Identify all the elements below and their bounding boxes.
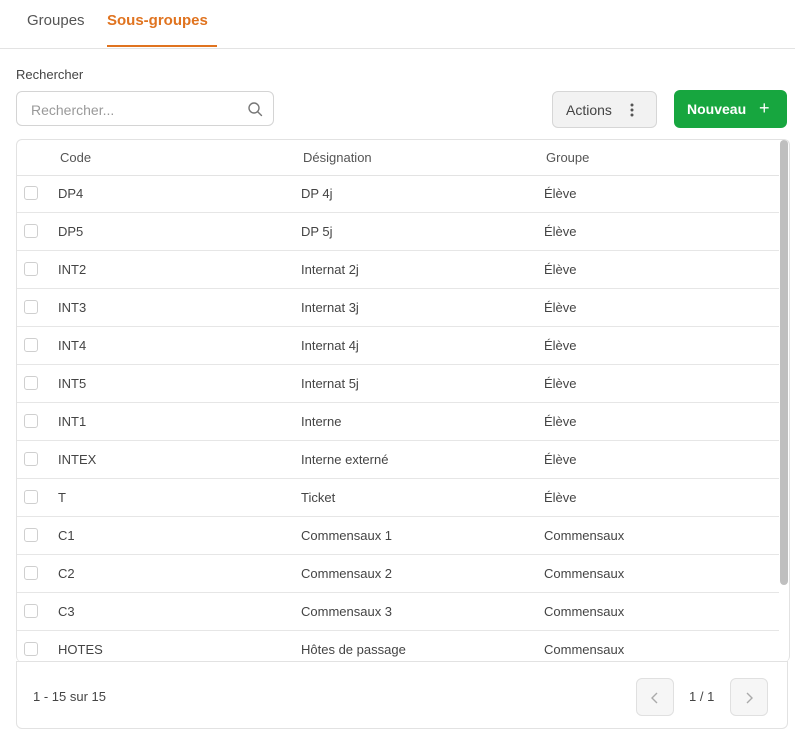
- cell-groupe: Élève: [544, 224, 577, 239]
- cell-groupe: Commensaux: [544, 642, 625, 657]
- cell-code: INT1: [58, 414, 87, 429]
- cell-designation: Interne: [301, 414, 342, 429]
- cell-code: C2: [58, 566, 75, 581]
- cell-designation: Commensaux 3: [301, 604, 393, 619]
- cell-code: DP5: [58, 224, 84, 239]
- table-header: Code Désignation Groupe: [17, 140, 779, 176]
- row-checkbox[interactable]: [24, 186, 38, 200]
- table-row[interactable]: C1 Commensaux 1 Commensaux: [17, 517, 779, 555]
- table-row[interactable]: INT3 Internat 3j Élève: [17, 289, 779, 327]
- cell-code: INT3: [58, 300, 87, 315]
- cell-code: INT5: [58, 376, 87, 391]
- previous-page-button[interactable]: [636, 678, 674, 716]
- table-row[interactable]: HOTES Hôtes de passage Commensaux: [17, 631, 779, 662]
- cell-designation: Commensaux 1: [301, 528, 393, 543]
- cell-designation: Internat 2j: [301, 262, 359, 277]
- actions-button-label: Actions: [566, 102, 612, 118]
- table-body: DP4 DP 4j Élève DP5 DP 5j Élève INT2 Internat 2…: [17, 175, 779, 662]
- tab-bar: Groupes Sous-groupes: [0, 0, 795, 49]
- column-header-code[interactable]: Code: [60, 150, 91, 165]
- plus-icon: +: [759, 98, 770, 118]
- table-row[interactable]: C3 Commensaux 3 Commensaux: [17, 593, 779, 631]
- cell-designation: Hôtes de passage: [301, 642, 406, 657]
- new-button-label: Nouveau: [687, 101, 747, 117]
- cell-designation: DP 5j: [301, 224, 333, 239]
- row-checkbox[interactable]: [24, 376, 38, 390]
- cell-groupe: Commensaux: [544, 566, 625, 581]
- next-page-button[interactable]: [730, 678, 768, 716]
- row-checkbox[interactable]: [24, 528, 38, 542]
- chevron-right-icon: [746, 692, 753, 704]
- new-button[interactable]: Nouveau +: [674, 90, 787, 128]
- cell-designation: Internat 5j: [301, 376, 359, 391]
- table-row[interactable]: DP4 DP 4j Élève: [17, 175, 779, 213]
- table-row[interactable]: C2 Commensaux 2 Commensaux: [17, 555, 779, 593]
- cell-designation: Ticket: [301, 490, 336, 505]
- search-icon[interactable]: [247, 101, 263, 117]
- table-row[interactable]: T Ticket Élève: [17, 479, 779, 517]
- search-input[interactable]: [29, 100, 233, 120]
- vertical-scrollbar[interactable]: [780, 140, 788, 585]
- cell-groupe: Commensaux: [544, 528, 625, 543]
- search-label: Rechercher: [16, 67, 84, 82]
- table-footer: 1 - 15 sur 15 1 / 1: [16, 661, 788, 729]
- table-row[interactable]: INT4 Internat 4j Élève: [17, 327, 779, 365]
- subgroups-table: Code Désignation Groupe DP4 DP 4j Élève DP5…: [16, 139, 790, 662]
- cell-code: HOTES: [58, 642, 103, 657]
- cell-groupe: Commensaux: [544, 604, 625, 619]
- page-indicator: 1 / 1: [689, 689, 715, 704]
- cell-designation: Commensaux 2: [301, 566, 393, 581]
- cell-code: DP4: [58, 186, 84, 201]
- column-header-groupe[interactable]: Groupe: [546, 150, 589, 165]
- active-tab-indicator: [107, 45, 217, 47]
- row-checkbox[interactable]: [24, 414, 38, 428]
- cell-code: INT2: [58, 262, 87, 277]
- cell-groupe: Élève: [544, 376, 577, 391]
- table-row[interactable]: INTEX Interne externé Élève: [17, 441, 779, 479]
- cell-code: T: [58, 490, 66, 505]
- row-checkbox[interactable]: [24, 642, 38, 656]
- row-checkbox[interactable]: [24, 452, 38, 466]
- cell-groupe: Élève: [544, 186, 577, 201]
- cell-designation: Internat 3j: [301, 300, 359, 315]
- row-checkbox[interactable]: [24, 262, 38, 276]
- tab-sous-groupes[interactable]: Sous-groupes: [107, 12, 208, 29]
- table-row[interactable]: DP5 DP 5j Élève: [17, 213, 779, 251]
- table-row[interactable]: INT5 Internat 5j Élève: [17, 365, 779, 403]
- row-checkbox[interactable]: [24, 224, 38, 238]
- cell-designation: Internat 4j: [301, 338, 359, 353]
- table-row[interactable]: INT2 Internat 2j Élève: [17, 251, 779, 289]
- search-field[interactable]: [16, 91, 274, 126]
- cell-code: INT4: [58, 338, 87, 353]
- row-checkbox[interactable]: [24, 604, 38, 618]
- cell-groupe: Élève: [544, 490, 577, 505]
- cell-designation: Interne externé: [301, 452, 389, 467]
- row-checkbox[interactable]: [24, 566, 38, 580]
- chevron-left-icon: [651, 692, 658, 704]
- table-row[interactable]: INT1 Interne Élève: [17, 403, 779, 441]
- cell-groupe: Élève: [544, 262, 577, 277]
- cell-groupe: Élève: [544, 414, 577, 429]
- actions-button[interactable]: Actions: [552, 91, 657, 128]
- column-header-designation[interactable]: Désignation: [303, 150, 372, 165]
- cell-code: INTEX: [58, 452, 97, 467]
- cell-groupe: Élève: [544, 338, 577, 353]
- cell-designation: DP 4j: [301, 186, 333, 201]
- pagination-range: 1 - 15 sur 15: [33, 689, 106, 704]
- cell-groupe: Élève: [544, 300, 577, 315]
- tab-groupes[interactable]: Groupes: [27, 12, 85, 29]
- row-checkbox[interactable]: [24, 338, 38, 352]
- row-checkbox[interactable]: [24, 490, 38, 504]
- row-checkbox[interactable]: [24, 300, 38, 314]
- cell-groupe: Élève: [544, 452, 577, 467]
- kebab-icon: [630, 103, 634, 117]
- cell-code: C1: [58, 528, 75, 543]
- cell-code: C3: [58, 604, 75, 619]
